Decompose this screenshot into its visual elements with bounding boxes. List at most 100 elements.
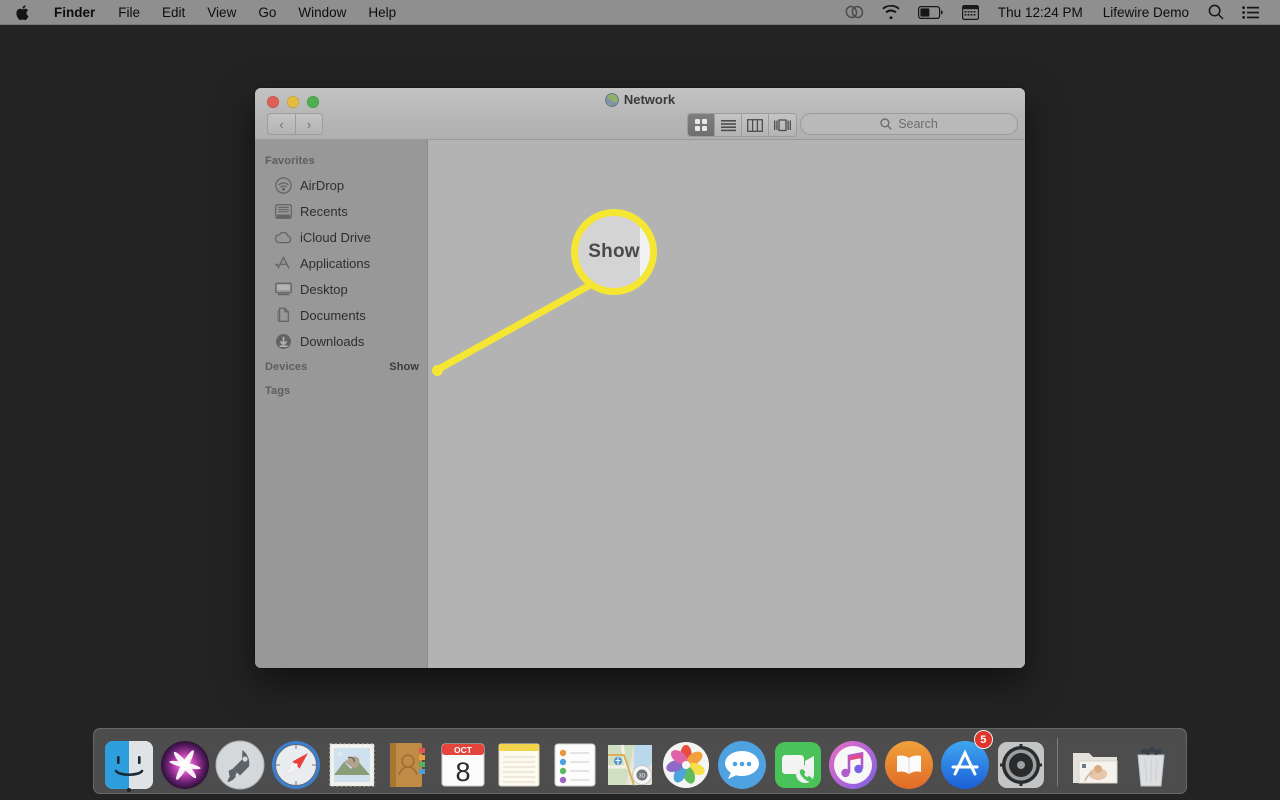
menu-bar-status-area: Thu 12:24 PM Lifewire Demo — [836, 0, 1280, 25]
dock-item-siri[interactable] — [158, 731, 212, 791]
sidebar-item-label: iCloud Drive — [300, 229, 371, 245]
window-title-area: Network — [255, 92, 1025, 107]
forward-button[interactable]: › — [295, 113, 323, 135]
menu-item-view[interactable]: View — [196, 0, 247, 25]
reminders-icon — [549, 739, 601, 791]
dock: OCT 8 3D 5 — [93, 728, 1187, 794]
itunes-icon — [827, 739, 879, 791]
menu-bar-user[interactable]: Lifewire Demo — [1093, 5, 1199, 20]
sidebar-section-tags-header: Tags — [265, 385, 291, 397]
icon-view-button[interactable] — [688, 114, 715, 136]
dock-item-finder[interactable] — [102, 731, 156, 792]
devices-show-button[interactable]: Show — [389, 361, 419, 373]
dock-item-messages[interactable] — [715, 731, 769, 791]
file-list-area[interactable] — [428, 140, 1025, 668]
gallery-view-button[interactable] — [769, 114, 796, 136]
sidebar-item-airdrop[interactable]: AirDrop — [255, 172, 427, 198]
dock-item-app-store[interactable]: 5 — [938, 730, 993, 791]
view-mode-segmented-control — [687, 113, 797, 137]
menu-bar-clock[interactable]: Thu 12:24 PM — [988, 5, 1093, 20]
svg-text:3D: 3D — [639, 774, 646, 780]
dock-item-notes[interactable] — [492, 731, 546, 791]
dock-item-mail[interactable] — [325, 731, 379, 791]
column-view-button[interactable] — [742, 114, 769, 136]
documents-icon — [275, 307, 292, 324]
sidebar: Favorites AirDrop Recents iCloud Drive A… — [255, 140, 428, 668]
dock-item-safari[interactable] — [269, 731, 323, 791]
applications-icon — [275, 255, 292, 272]
creative-cloud-icon[interactable] — [836, 0, 873, 25]
finder-window[interactable]: Network ‹ › Search Favorites AirDrop Rec… — [255, 88, 1025, 668]
toolbar: ‹ › Search — [255, 113, 1025, 140]
battery-icon[interactable] — [909, 0, 953, 25]
launchpad-icon — [214, 739, 266, 791]
system-preferences-icon — [995, 739, 1047, 791]
dock-item-maps[interactable]: 3D — [604, 731, 658, 791]
desktop: Finder File Edit View Go Window Help Thu… — [0, 0, 1280, 800]
sidebar-item-desktop[interactable]: Desktop — [255, 276, 427, 302]
trash-icon — [1125, 739, 1177, 791]
calendar-icon: OCT 8 — [437, 739, 489, 791]
back-button[interactable]: ‹ — [267, 113, 295, 135]
menu-item-edit[interactable]: Edit — [151, 0, 196, 25]
sidebar-item-icloud-drive[interactable]: iCloud Drive — [255, 224, 427, 250]
window-titlebar[interactable]: Network ‹ › Search — [255, 88, 1025, 140]
dock-item-downloads-folder[interactable] — [1068, 731, 1122, 791]
menu-bar-left: Finder File Edit View Go Window Help — [0, 0, 407, 25]
dock-item-facetime[interactable] — [771, 731, 825, 791]
contacts-icon — [382, 739, 434, 791]
sidebar-item-label: Documents — [300, 307, 366, 323]
sidebar-item-label: Desktop — [300, 281, 348, 297]
dock-item-photos[interactable] — [659, 731, 713, 791]
running-indicator — [126, 788, 131, 792]
dock-item-system-preferences[interactable] — [994, 731, 1048, 791]
sidebar-devices-label: Devices — [265, 361, 308, 373]
sidebar-item-label: AirDrop — [300, 177, 345, 193]
dock-item-contacts[interactable] — [381, 731, 435, 791]
page-title: Network — [623, 92, 676, 107]
dock-item-trash[interactable] — [1124, 731, 1178, 791]
siri-icon — [159, 739, 211, 791]
sidebar-item-recents[interactable]: Recents — [255, 198, 427, 224]
menu-bar: Finder File Edit View Go Window Help Thu… — [0, 0, 1280, 25]
photos-icon — [660, 739, 712, 791]
dock-item-reminders[interactable] — [548, 731, 602, 791]
dock-separator — [1057, 738, 1059, 786]
spotlight-search-icon[interactable] — [1199, 0, 1233, 25]
menu-item-go[interactable]: Go — [247, 0, 287, 25]
books-icon — [883, 739, 935, 791]
app-store-badge: 5 — [973, 730, 993, 749]
dock-item-calendar[interactable]: OCT 8 — [436, 731, 490, 791]
finder-icon — [103, 739, 155, 791]
maps-icon: 3D — [604, 739, 656, 791]
window-body: Favorites AirDrop Recents iCloud Drive A… — [255, 140, 1025, 668]
svg-text:OCT: OCT — [454, 745, 473, 755]
icloud-icon — [275, 229, 292, 246]
menu-item-finder[interactable]: Finder — [42, 0, 107, 25]
calendar-clock-icon[interactable] — [953, 0, 988, 25]
sidebar-item-documents[interactable]: Documents — [255, 302, 427, 328]
dock-item-books[interactable] — [882, 731, 936, 791]
sidebar-item-applications[interactable]: Applications — [255, 250, 427, 276]
menu-item-help[interactable]: Help — [357, 0, 407, 25]
sidebar-item-label: Downloads — [300, 333, 365, 349]
dock-item-launchpad[interactable] — [213, 731, 267, 791]
notes-icon — [493, 739, 545, 791]
dock-item-itunes[interactable] — [827, 731, 881, 791]
nav-buttons: ‹ › — [267, 113, 323, 135]
notification-center-icon[interactable] — [1233, 0, 1268, 25]
wifi-icon[interactable] — [873, 0, 909, 25]
recents-icon — [275, 203, 292, 220]
menu-item-window[interactable]: Window — [287, 0, 357, 25]
messages-icon — [716, 739, 768, 791]
list-view-button[interactable] — [715, 114, 742, 136]
sidebar-item-label: Applications — [300, 255, 371, 271]
menu-item-file[interactable]: File — [107, 0, 151, 25]
apple-logo-icon[interactable] — [16, 3, 31, 22]
sidebar-item-label: Recents — [300, 203, 348, 219]
search-input[interactable]: Search — [800, 113, 1018, 135]
downloads-icon — [275, 333, 292, 350]
search-placeholder: Search — [898, 117, 938, 131]
sidebar-item-downloads[interactable]: Downloads — [255, 328, 427, 354]
sidebar-section-favorites-header: Favorites — [265, 155, 315, 167]
